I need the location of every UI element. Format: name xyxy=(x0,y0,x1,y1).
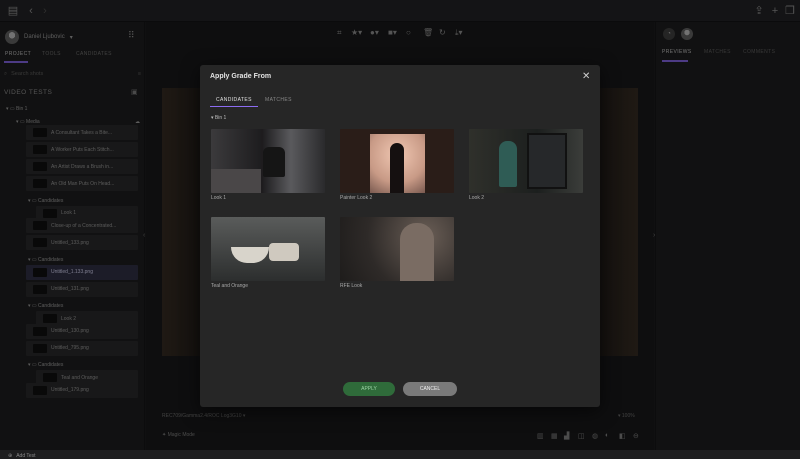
apply-grade-dialog: Apply Grade From ✕ CANDIDATES MATCHES ▾ … xyxy=(200,65,600,407)
add-test-button[interactable]: ⊕ Add Test xyxy=(8,453,36,459)
chevron-down-icon: ▾ xyxy=(211,115,214,121)
add-test-label: Add Test xyxy=(16,453,36,459)
bin-header[interactable]: ▾ Bin 1 xyxy=(211,115,226,121)
candidate-label: Teal and Orange xyxy=(211,283,248,289)
candidate-thumbnail xyxy=(340,217,454,281)
tab-candidates[interactable]: CANDIDATES xyxy=(216,97,252,103)
candidate-thumbnail xyxy=(211,129,325,193)
candidate-thumbnail xyxy=(469,129,583,193)
cancel-button[interactable]: CANCEL xyxy=(403,382,457,396)
bin-label: Bin 1 xyxy=(214,115,227,121)
candidate-label: RFE Look xyxy=(340,283,363,289)
tab-matches[interactable]: MATCHES xyxy=(265,97,292,103)
plus-circle-icon: ⊕ xyxy=(8,453,13,459)
candidate-card[interactable]: RFE Look xyxy=(340,217,454,289)
candidate-label: Look 1 xyxy=(211,195,227,201)
dialog-title: Apply Grade From xyxy=(210,73,272,80)
candidate-card[interactable]: Look 1 xyxy=(211,129,325,201)
candidate-card[interactable]: Look 2 xyxy=(469,129,583,201)
candidate-thumbnail xyxy=(340,129,454,193)
apply-button[interactable]: APPLY xyxy=(343,382,395,396)
close-icon[interactable]: ✕ xyxy=(582,71,590,82)
candidate-thumbnail xyxy=(211,217,325,281)
active-tab-indicator xyxy=(210,106,258,107)
candidate-card[interactable]: Teal and Orange xyxy=(211,217,325,289)
candidate-label: Painter Look 2 xyxy=(340,195,373,201)
candidate-card[interactable]: Painter Look 2 xyxy=(340,129,454,201)
candidate-label: Look 2 xyxy=(469,195,485,201)
